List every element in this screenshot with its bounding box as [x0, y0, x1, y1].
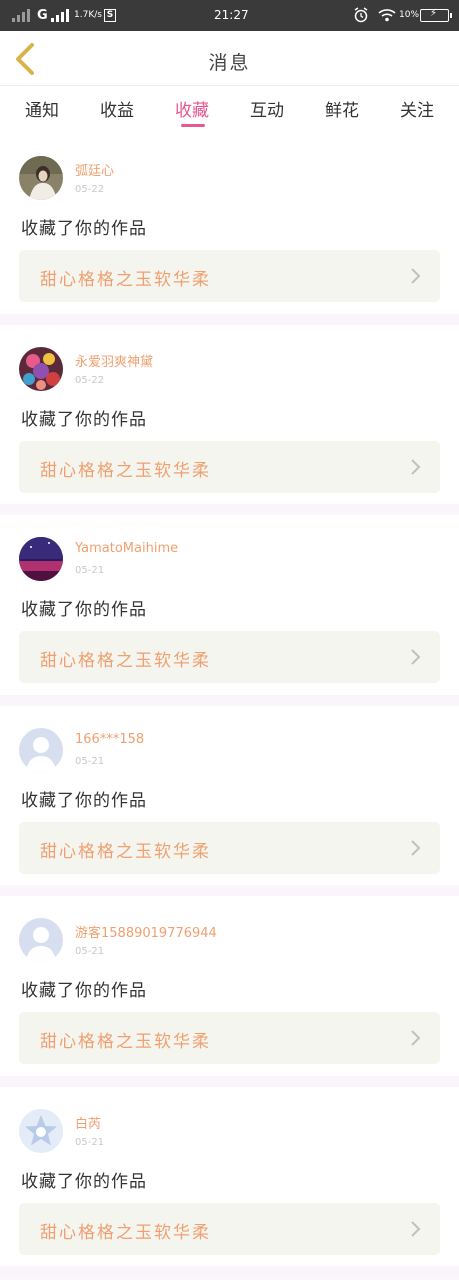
date: 05-21 — [75, 565, 105, 576]
chevron-right-icon — [411, 1220, 421, 1237]
sim-badge: S — [104, 9, 116, 22]
network-type: G — [37, 8, 48, 23]
work-title: 甜心格格之玉软华柔 — [40, 1222, 211, 1243]
active-tab-indicator — [181, 124, 205, 127]
tab-favorites-label: 收藏 — [175, 101, 209, 121]
clock: 21:27 — [214, 8, 249, 22]
work-title: 甜心格格之玉软华柔 — [40, 270, 211, 290]
username[interactable]: YamatoMaihime — [75, 541, 178, 556]
alarm-icon — [354, 7, 368, 23]
work-link[interactable]: 甜心格格之玉软华柔 — [19, 440, 440, 493]
signal-icon — [12, 9, 30, 22]
tab-interaction[interactable]: 互动 — [237, 86, 297, 134]
tab-flowers[interactable]: 鲜花 — [312, 86, 372, 134]
tab-favorites[interactable]: 收藏 — [162, 86, 222, 134]
avatar[interactable] — [19, 156, 63, 200]
wifi-icon — [378, 9, 396, 22]
notification-card: 游客15889019776944 05-21 收藏了你的作品 甜心格格之玉软华柔 — [0, 896, 459, 1087]
date: 05-22 — [75, 374, 105, 386]
work-link[interactable]: 甜心格格之玉软华柔 — [19, 250, 440, 302]
username[interactable]: 永爱羽爽神黛 — [75, 351, 153, 370]
star-avatar-icon[interactable] — [19, 1108, 63, 1153]
chevron-right-icon — [411, 839, 421, 856]
tab-notice[interactable]: 通知 — [12, 86, 72, 134]
work-title: 甜心格格之玉软华柔 — [40, 460, 211, 481]
signal-icon-2 — [51, 9, 69, 22]
work-link[interactable]: 甜心格格之玉软华柔 — [19, 1202, 440, 1255]
username[interactable]: 弧廷心 — [75, 160, 114, 179]
date: 05-21 — [75, 1136, 105, 1148]
notification-card: 白芮 05-21 收藏了你的作品 甜心格格之玉软华柔 — [0, 1086, 459, 1277]
work-link[interactable]: 甜心格格之玉软华柔 — [19, 1012, 440, 1064]
battery-percent: 10% — [399, 10, 420, 20]
chevron-right-icon — [411, 649, 421, 665]
default-avatar-icon[interactable] — [19, 727, 63, 772]
date: 05-21 — [75, 755, 105, 767]
chevron-right-icon — [411, 458, 421, 475]
battery-icon: ⚡ — [420, 8, 452, 22]
default-avatar-icon[interactable] — [19, 918, 63, 962]
status-bar: G 1.7K/s S 21:27 10% ⚡ — [0, 0, 459, 31]
notification-card: YamatoMaihime 05-21 收藏了你的作品 甜心格格之玉软华柔 — [0, 515, 459, 706]
work-title: 甜心格格之玉软华柔 — [40, 841, 211, 862]
page-title: 消息 — [208, 52, 251, 74]
username[interactable]: 白芮 — [75, 1113, 101, 1132]
username[interactable]: 游客15889019776944 — [75, 922, 217, 941]
notification-card: 弧廷心 05-22 收藏了你的作品 甜心格格之玉软华柔 — [0, 134, 459, 325]
notification-card: 永爱羽爽神黛 05-22 收藏了你的作品 甜心格格之玉软华柔 — [0, 324, 459, 515]
action-text: 收藏了你的作品 — [21, 1171, 147, 1192]
avatar[interactable] — [19, 346, 63, 391]
notification-list: 弧廷心 05-22 收藏了你的作品 甜心格格之玉软华柔 永爱羽爽神黛 05-22… — [0, 134, 459, 1277]
chevron-right-icon — [411, 1030, 421, 1046]
tab-follow[interactable]: 关注 — [387, 86, 447, 134]
work-title: 甜心格格之玉软华柔 — [40, 1032, 211, 1052]
date: 05-22 — [75, 184, 105, 195]
action-text: 收藏了你的作品 — [21, 981, 147, 1001]
avatar[interactable] — [19, 537, 63, 581]
notification-card: 166***158 05-21 收藏了你的作品 甜心格格之玉软华柔 — [0, 705, 459, 896]
action-text: 收藏了你的作品 — [21, 790, 147, 811]
network-speed: 1.7K/s — [74, 10, 102, 20]
action-text: 收藏了你的作品 — [21, 600, 147, 620]
date: 05-21 — [75, 946, 105, 957]
tab-earnings[interactable]: 收益 — [87, 86, 147, 134]
chevron-right-icon — [411, 268, 421, 284]
tab-bar: 通知 收益 收藏 互动 鲜花 关注 — [0, 86, 459, 134]
action-text: 收藏了你的作品 — [21, 409, 147, 430]
work-link[interactable]: 甜心格格之玉软华柔 — [19, 631, 440, 683]
work-link[interactable]: 甜心格格之玉软华柔 — [19, 821, 440, 874]
action-text: 收藏了你的作品 — [21, 219, 147, 239]
username[interactable]: 166***158 — [75, 732, 144, 747]
work-title: 甜心格格之玉软华柔 — [40, 651, 211, 671]
header: 消息 — [0, 31, 459, 86]
